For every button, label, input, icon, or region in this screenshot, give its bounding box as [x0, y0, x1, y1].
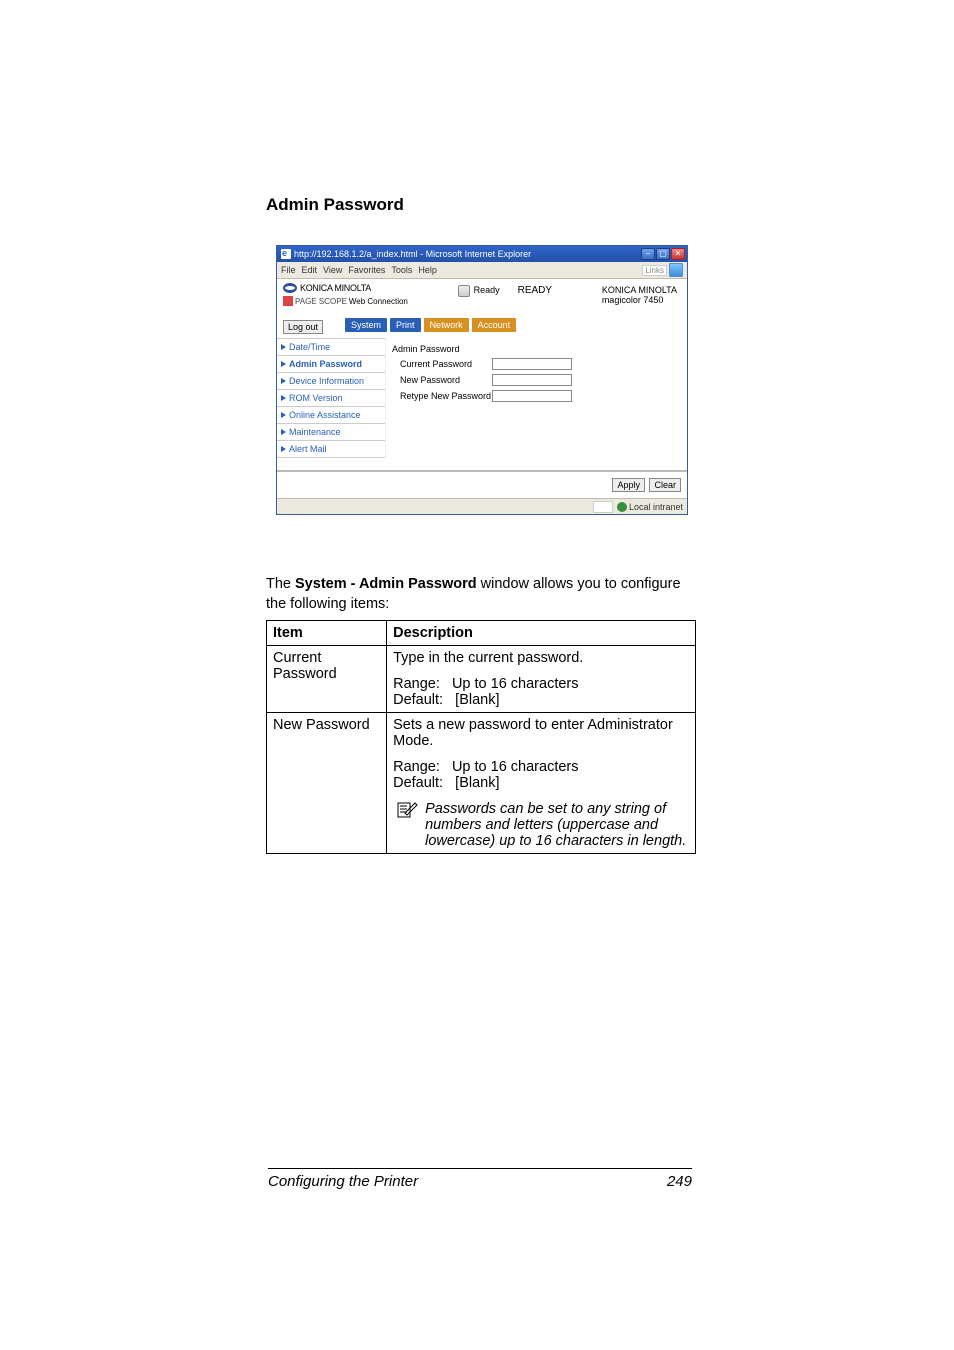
apply-button[interactable]: Apply: [612, 478, 645, 492]
th-description: Description: [387, 621, 696, 646]
brand-logo-icon: [283, 283, 297, 293]
desc-line: Type in the current password.: [393, 650, 689, 666]
sidebar-item-online-assistance[interactable]: Online Assistance: [277, 406, 385, 423]
chevron-right-icon: [281, 361, 286, 367]
sidebar: Date/Time Admin Password Device Informat…: [277, 338, 385, 458]
retype-password-input[interactable]: [492, 390, 572, 402]
sidebar-item-label: Alert Mail: [289, 444, 327, 454]
sidebar-item-label: Maintenance: [289, 427, 341, 437]
intro-bold: System - Admin Password: [295, 576, 477, 592]
table-row: Current Password Type in the current pas…: [267, 646, 696, 713]
desc-range: Range: Up to 16 characters: [393, 676, 689, 692]
current-password-input[interactable]: [492, 358, 572, 370]
maximize-button[interactable]: ▢: [656, 248, 670, 260]
chevron-right-icon: [281, 412, 286, 418]
menu-favorites[interactable]: Favorites: [348, 265, 385, 275]
page-number: 249: [667, 1173, 692, 1190]
globe-icon: [593, 501, 613, 513]
note-icon: [397, 801, 419, 819]
sidebar-item-datetime[interactable]: Date/Time: [277, 338, 385, 355]
label-current-password: Current Password: [392, 359, 492, 369]
ready-small: Ready: [474, 285, 500, 295]
sidebar-item-label: Device Information: [289, 376, 364, 386]
menu-edit[interactable]: Edit: [302, 265, 318, 275]
pagescope-icon: [283, 296, 293, 306]
tab-system[interactable]: System: [345, 318, 387, 332]
minimize-button[interactable]: –: [641, 248, 655, 260]
sidebar-item-maintenance[interactable]: Maintenance: [277, 423, 385, 440]
ie-icon: [281, 249, 291, 259]
menu-bar: File Edit View Favorites Tools Help Link…: [277, 262, 687, 279]
links-label[interactable]: Links: [642, 265, 667, 276]
sidebar-item-alert-mail[interactable]: Alert Mail: [277, 440, 385, 458]
footer-section: Configuring the Printer: [268, 1173, 418, 1190]
window-title: http://192.168.1.2/a_index.html - Micros…: [294, 249, 531, 259]
logout-button[interactable]: Log out: [283, 320, 323, 334]
label-retype-password: Retype New Password: [392, 391, 492, 401]
sidebar-item-label: Online Assistance: [289, 410, 361, 420]
cell-desc: Sets a new password to enter Administrat…: [387, 713, 696, 854]
new-password-input[interactable]: [492, 374, 572, 386]
ready-big: READY: [518, 285, 552, 296]
th-item: Item: [267, 621, 387, 646]
pagescope-text: Web Connection: [349, 297, 408, 306]
cell-item: Current Password: [267, 646, 387, 713]
throbber-icon: [669, 263, 683, 277]
sidebar-item-admin-password[interactable]: Admin Password: [277, 355, 385, 372]
pagescope-prefix: PAGE SCOPE: [295, 297, 347, 306]
printer-icon: [458, 285, 470, 297]
chevron-right-icon: [281, 429, 286, 435]
status-zone-text: Local intranet: [629, 502, 683, 512]
intro-text: The System - Admin Password window allow…: [266, 575, 696, 614]
brand-text: KONICA MINOLTA: [300, 283, 371, 293]
status-bar: Local intranet: [277, 498, 687, 514]
form-heading: Admin Password: [392, 344, 681, 354]
intro-prefix: The: [266, 576, 295, 592]
browser-window: http://192.168.1.2/a_index.html - Micros…: [276, 245, 688, 515]
info-model: magicolor 7450: [602, 295, 677, 305]
menu-tools[interactable]: Tools: [391, 265, 412, 275]
sidebar-item-label: Admin Password: [289, 359, 362, 369]
table-row: New Password Sets a new password to ente…: [267, 713, 696, 854]
note-text: Passwords can be set to any string of nu…: [425, 801, 689, 849]
page-heading: Admin Password: [266, 195, 696, 215]
tab-network[interactable]: Network: [424, 318, 469, 332]
close-button[interactable]: ✕: [671, 248, 685, 260]
chevron-right-icon: [281, 446, 286, 452]
zone-icon: [617, 502, 627, 512]
tab-print[interactable]: Print: [390, 318, 421, 332]
desc-line: Sets a new password to enter Administrat…: [393, 717, 689, 749]
tab-account[interactable]: Account: [472, 318, 517, 332]
description-table: Item Description Current Password Type i…: [266, 620, 696, 854]
desc-default: Default: [Blank]: [393, 775, 689, 791]
info-brand: KONICA MINOLTA: [602, 285, 677, 295]
menu-help[interactable]: Help: [418, 265, 437, 275]
label-new-password: New Password: [392, 375, 492, 385]
title-bar: http://192.168.1.2/a_index.html - Micros…: [277, 246, 687, 262]
sidebar-item-rom-version[interactable]: ROM Version: [277, 389, 385, 406]
desc-default: Default: [Blank]: [393, 692, 689, 708]
cell-item: New Password: [267, 713, 387, 854]
clear-button[interactable]: Clear: [649, 478, 681, 492]
menu-view[interactable]: View: [323, 265, 342, 275]
sidebar-item-label: ROM Version: [289, 393, 343, 403]
menu-file[interactable]: File: [281, 265, 296, 275]
chevron-right-icon: [281, 344, 286, 350]
cell-desc: Type in the current password. Range: Up …: [387, 646, 696, 713]
sidebar-item-label: Date/Time: [289, 342, 330, 352]
main-form: Admin Password Current Password New Pass…: [385, 338, 687, 458]
sidebar-item-device-info[interactable]: Device Information: [277, 372, 385, 389]
desc-range: Range: Up to 16 characters: [393, 759, 689, 775]
chevron-right-icon: [281, 395, 286, 401]
chevron-right-icon: [281, 378, 286, 384]
page-footer: Configuring the Printer 249: [268, 1168, 692, 1190]
screenshot: http://192.168.1.2/a_index.html - Micros…: [276, 245, 696, 515]
